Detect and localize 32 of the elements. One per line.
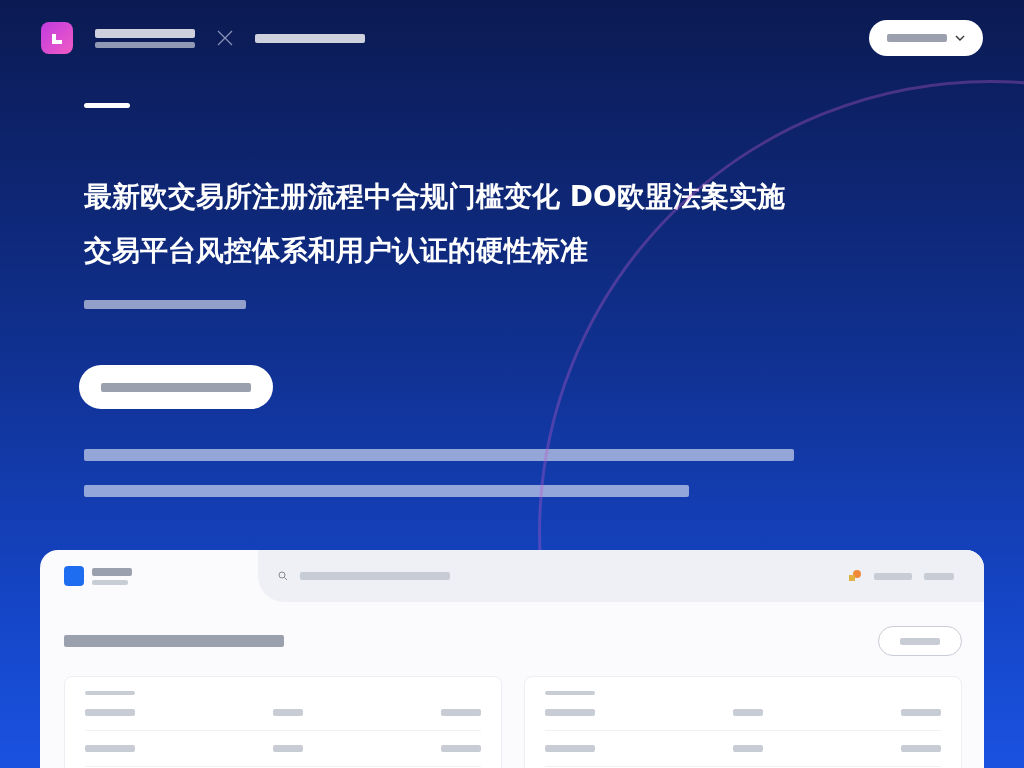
coin-icon (848, 569, 862, 583)
illegible-text-bar (874, 572, 912, 580)
card-logo-icon (64, 566, 84, 586)
illegible-text-bar (545, 709, 595, 716)
illegible-text-bar (441, 709, 481, 716)
headline: 交易平台风控体系和用户认证的硬性标准 (84, 233, 589, 269)
illegible-text-bar (92, 567, 132, 576)
search-icon (278, 571, 288, 581)
chevron-down-icon (955, 35, 965, 41)
illegible-text-bar (273, 745, 303, 752)
headline: 最新欧交易所注册流程中合规门槛变化 DO欧盟法案实施 (84, 179, 786, 215)
illegible-text-bar (901, 709, 941, 716)
illegible-text-bar (85, 691, 135, 695)
language-button[interactable] (869, 20, 983, 56)
illegible-text-bar (924, 572, 954, 580)
call-to-action-button[interactable] (79, 365, 273, 409)
accent-line (84, 103, 130, 108)
illegible-text-bar (733, 709, 763, 716)
illegible-text-bar (85, 745, 135, 752)
illegible-text-bar (545, 691, 595, 695)
illegible-text-bar (901, 745, 941, 752)
illegible-text-bar (85, 709, 135, 716)
app-logo-icon (41, 22, 73, 54)
illegible-text-bar (900, 637, 940, 645)
cross-icon (217, 30, 233, 46)
illegible-text-bar (273, 709, 303, 716)
illegible-text-bar (545, 745, 595, 752)
illegible-text-bar (887, 34, 947, 42)
illegible-text-bar (733, 745, 763, 752)
illegible-text-bar (441, 745, 481, 752)
search-field[interactable] (258, 550, 984, 602)
illegible-text-bar (92, 579, 128, 585)
